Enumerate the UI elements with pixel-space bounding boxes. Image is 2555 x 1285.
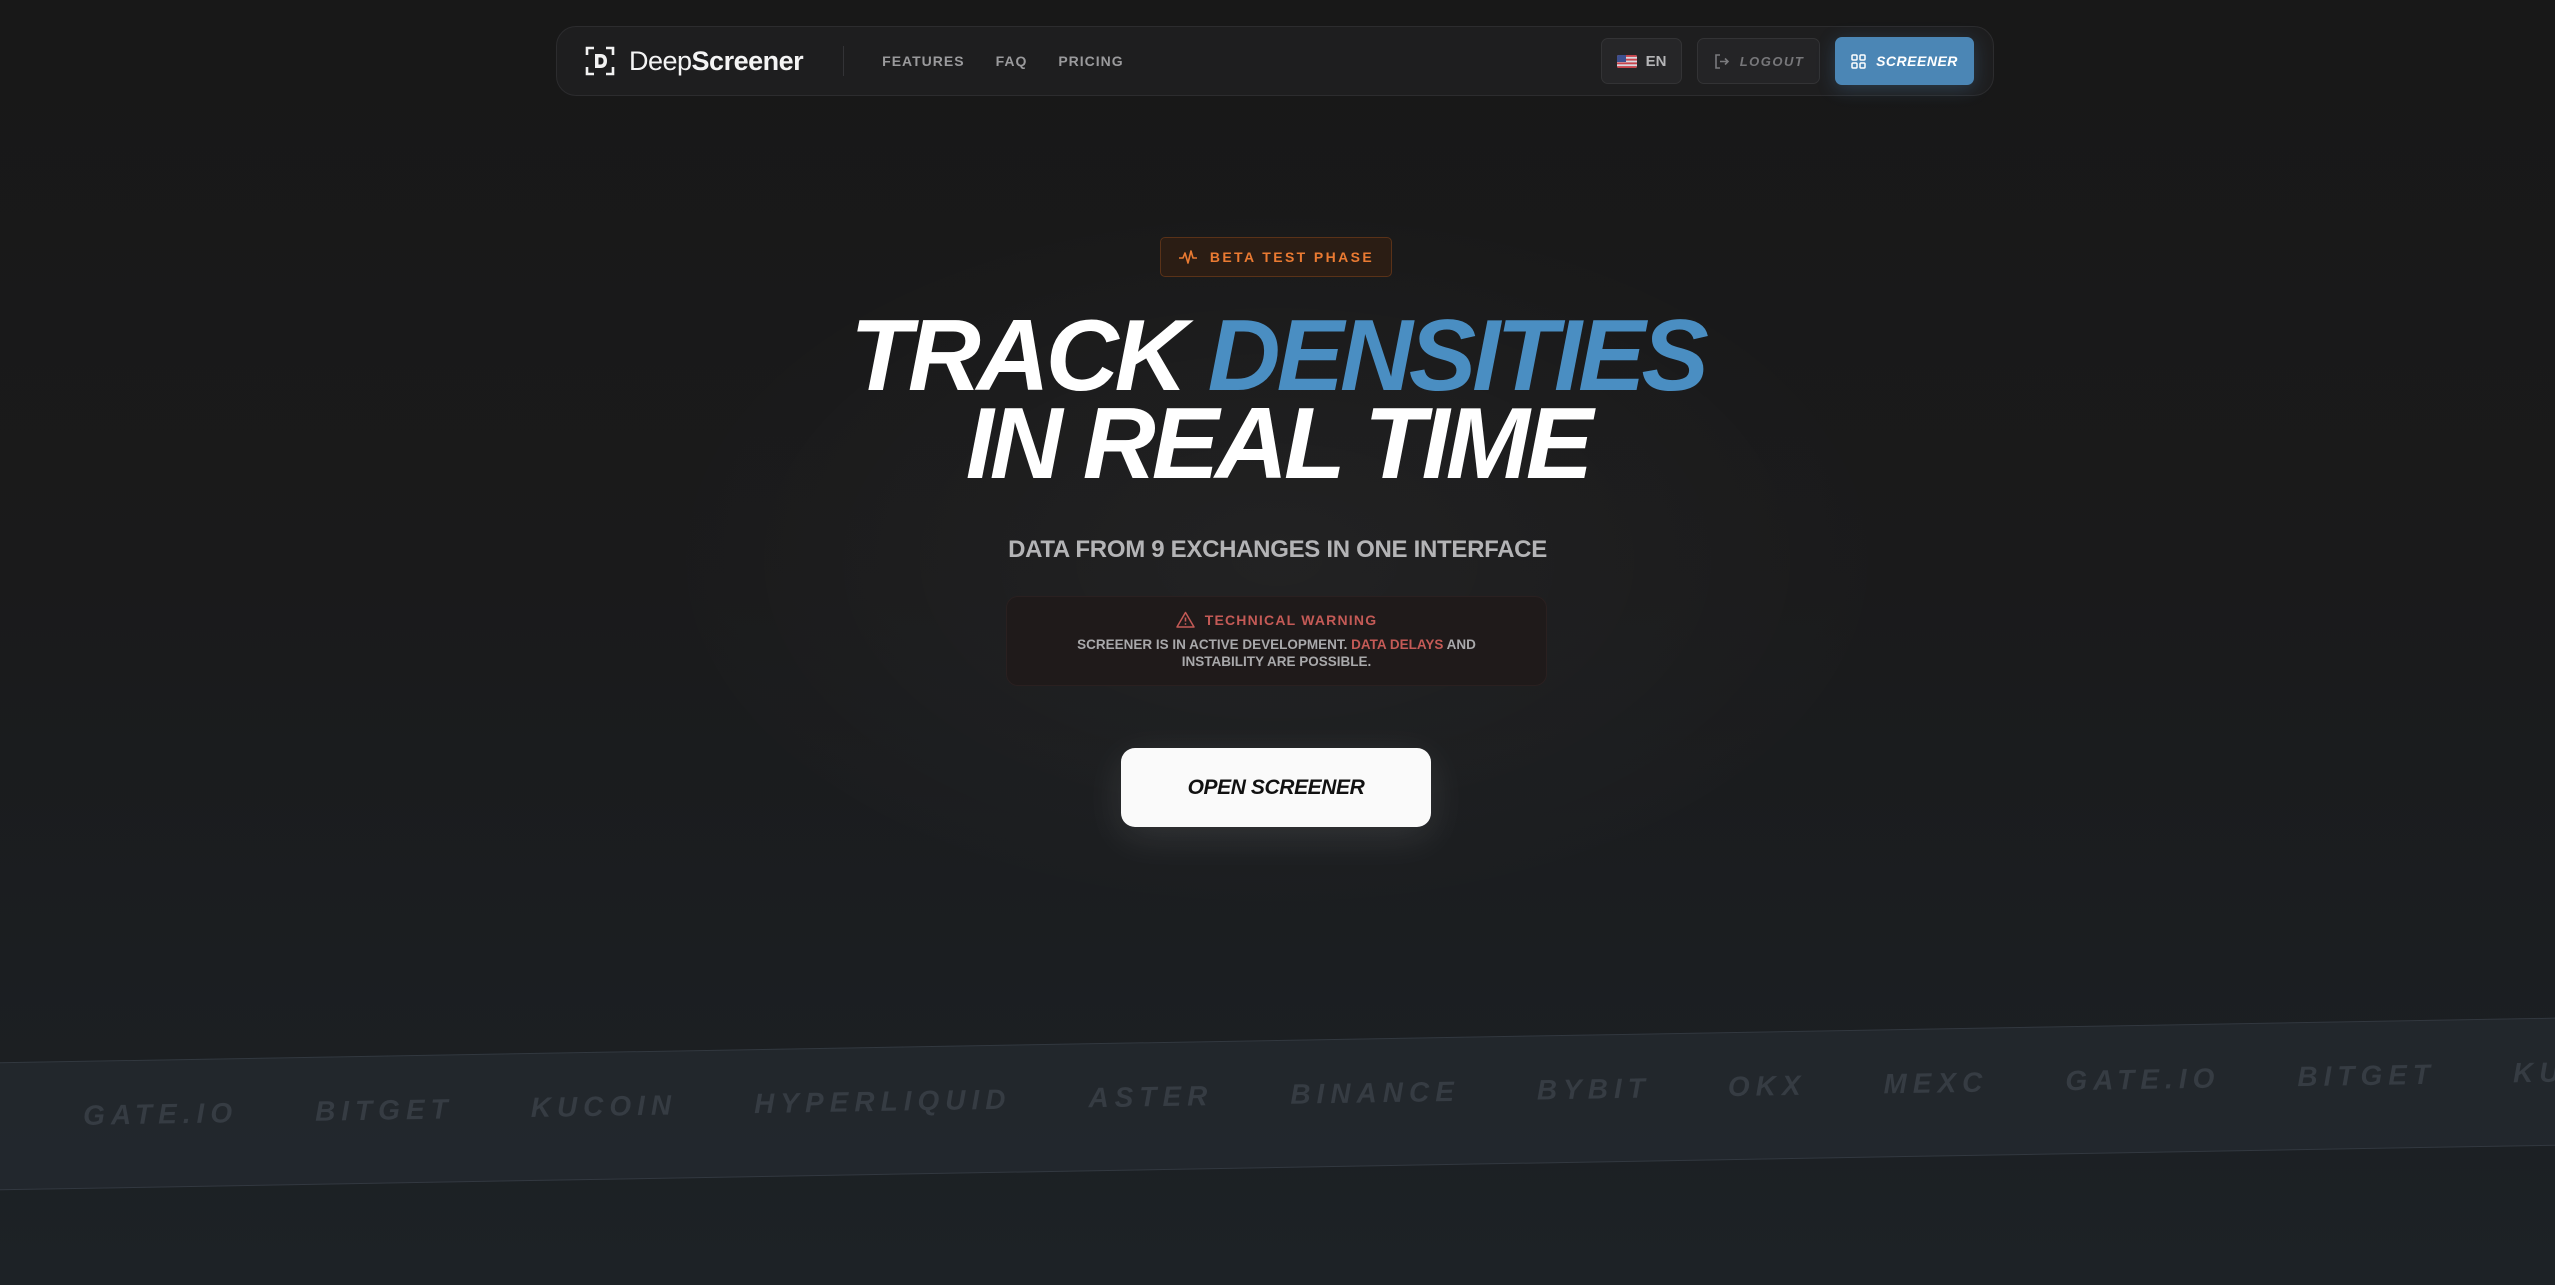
logout-button[interactable]: LOGOUT xyxy=(1697,38,1820,84)
language-selector[interactable]: EN xyxy=(1601,38,1682,84)
beta-badge: BETA TEST PHASE xyxy=(1160,237,1392,277)
top-navbar: DeepScreener FEATURES FAQ PRICING EN LOG… xyxy=(556,26,1994,96)
exchange-item: OKX xyxy=(1727,1069,1807,1103)
warning-triangle-icon xyxy=(1175,611,1195,628)
nav-link-pricing[interactable]: PRICING xyxy=(1058,53,1123,69)
us-flag-icon xyxy=(1616,54,1637,68)
warning-title-label: TECHNICAL WARNING xyxy=(1204,611,1378,628)
brand-logo[interactable]: DeepScreener xyxy=(585,45,804,77)
exchange-item: BITGET xyxy=(314,1093,454,1127)
exchange-item: BYBIT xyxy=(1536,1072,1652,1106)
exchange-item: GATE.IO xyxy=(2065,1062,2221,1097)
exchange-ticker: GATE.IO BITGET KUCOIN HYPERLIQUID ASTER BINAN… xyxy=(0,1013,2555,1194)
exchange-item: BINANCE xyxy=(1290,1075,1461,1110)
technical-warning: TECHNICAL WARNING SCREENER IS IN ACTIVE … xyxy=(1006,596,1547,686)
header-actions: EN LOGOUT SCREENER xyxy=(1601,37,1974,85)
language-label: EN xyxy=(1645,52,1667,70)
hero-headline: TRACK DENSITIES IN REAL TIME xyxy=(0,306,2555,500)
headline-line-2: IN REAL TIME xyxy=(965,388,1594,500)
nav-links: FEATURES FAQ PRICING xyxy=(882,53,1155,69)
brand-name-light: Deep xyxy=(629,45,692,76)
exchange-item: HYPERLIQUID xyxy=(753,1083,1012,1120)
brand-name: DeepScreener xyxy=(629,45,804,77)
warning-text-before: SCREENER IS IN ACTIVE DEVELOPMENT. xyxy=(1077,637,1348,652)
nav-divider xyxy=(843,46,845,76)
screener-label: SCREENER xyxy=(1876,53,1958,69)
nav-link-features[interactable]: FEATURES xyxy=(882,53,964,69)
exchange-item: MEXC xyxy=(1883,1066,1989,1100)
exchange-item: BITGET xyxy=(2297,1058,2437,1093)
screener-button[interactable]: SCREENER xyxy=(1835,37,1974,85)
brand-name-bold: Screener xyxy=(691,45,804,76)
warning-title: TECHNICAL WARNING xyxy=(1007,611,1546,628)
open-screener-button[interactable]: OPEN SCREENER xyxy=(1121,748,1431,827)
deepscreener-logo-icon xyxy=(585,46,615,76)
nav-link-faq[interactable]: FAQ xyxy=(996,53,1028,69)
exchange-item: GATE.IO xyxy=(82,1097,239,1131)
beta-badge-label: BETA TEST PHASE xyxy=(1209,249,1375,265)
grid-icon xyxy=(1851,53,1866,69)
headline-line-1: TRACK DENSITIES xyxy=(0,306,2555,407)
landing-page: DeepScreener FEATURES FAQ PRICING EN LOG… xyxy=(0,0,2555,1285)
hero-subheadline: DATA FROM 9 EXCHANGES IN ONE INTERFACE xyxy=(1008,536,1547,563)
logout-icon xyxy=(1714,53,1729,69)
logout-label: LOGOUT xyxy=(1739,53,1805,69)
exchange-item: KUCOIN xyxy=(2512,1054,2555,1089)
exchange-item: ASTER xyxy=(1088,1080,1214,1114)
exchange-item: KUCOIN xyxy=(530,1089,678,1124)
pulse-icon xyxy=(1178,250,1197,264)
warning-text: SCREENER IS IN ACTIVE DEVELOPMENT. DATA … xyxy=(1057,636,1497,670)
warning-text-highlight: DATA DELAYS xyxy=(1351,637,1444,652)
exchange-ticker-track: GATE.IO BITGET KUCOIN HYPERLIQUID ASTER BINAN… xyxy=(83,1054,2555,1132)
